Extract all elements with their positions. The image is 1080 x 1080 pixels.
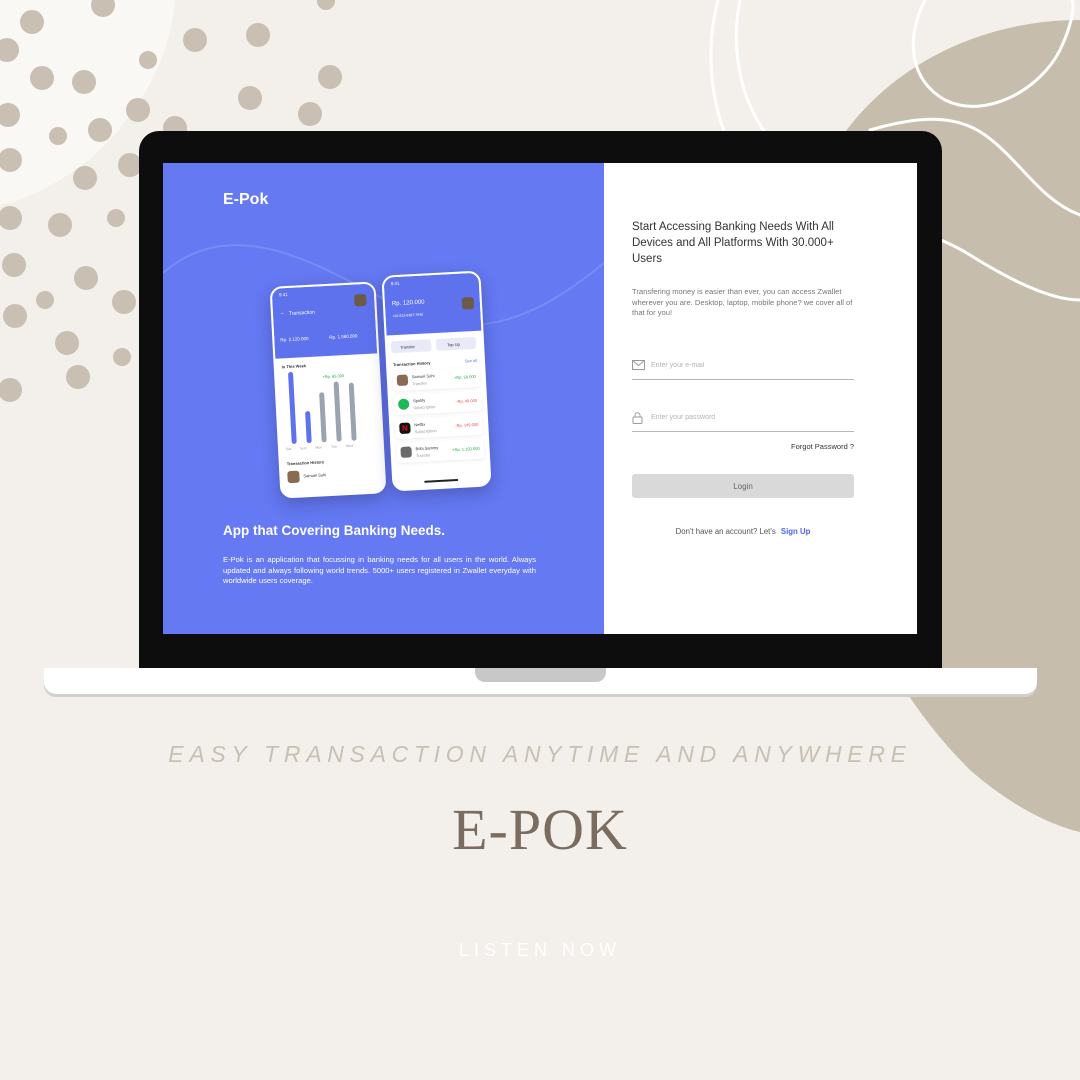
back-arrow-icon: ← xyxy=(279,310,286,317)
signup-prompt: Don't have an account? Let's xyxy=(675,527,776,536)
signup-link[interactable]: Sign Up xyxy=(781,527,810,536)
chart-bar xyxy=(319,392,327,443)
chart-bar xyxy=(348,382,357,441)
list-item: N Netflix Subscription -Rp. 149.000 xyxy=(394,414,483,440)
netflix-icon: N xyxy=(399,422,411,434)
chart-tag: +Rp. 65.000 xyxy=(322,373,345,380)
login-heading: Start Accessing Banking Needs With All D… xyxy=(632,221,834,265)
listen-now-button[interactable]: LISTEN NOW xyxy=(0,940,1080,961)
week-label: In This Week xyxy=(281,363,307,370)
signup-row: Don't have an account? Let's Sign Up xyxy=(632,527,854,536)
lock-icon xyxy=(632,412,643,424)
phone-b-time: 9:41 xyxy=(390,280,400,287)
list-item-name: Samuel Suhi xyxy=(411,373,435,380)
poster-caption: EASY TRANSACTION ANYTIME AND ANYWHERE xyxy=(168,741,912,767)
avatar xyxy=(354,293,367,307)
chart-bar xyxy=(333,381,342,442)
login-button[interactable]: Login xyxy=(632,474,854,498)
poster-brand-title: E-POK xyxy=(452,797,628,862)
list-item-name: Spotify xyxy=(412,397,426,404)
phone-mockup-dashboard: 9:41 Rp. 120.000 +62 813-9387-7946 Trans… xyxy=(381,270,492,492)
list-item: Samuel Suhi Transfer +Rp. 50.000 xyxy=(392,366,481,392)
phone-number: +62 813-9387-7946 xyxy=(392,312,424,319)
chart-days: Sat Sun Mon Tue Wed xyxy=(285,443,354,452)
phone-mockup-transaction: 9:41 ← Transaction Rp. 2.120.000 Rp. 1.5… xyxy=(269,281,387,499)
forgot-password-link[interactable]: Forgot Password ? xyxy=(754,442,854,451)
avatar xyxy=(287,470,300,484)
expense-value: Rp. 1.560.000 xyxy=(329,333,358,340)
chart-bar xyxy=(305,410,312,444)
phone-a-header: 9:41 ← Transaction Rp. 2.120.000 Rp. 1.5… xyxy=(271,283,378,359)
transfer-label: Transfer xyxy=(400,344,416,350)
email-field xyxy=(632,357,854,380)
phone-a-time: 9:41 xyxy=(278,291,288,298)
avatar xyxy=(461,296,475,310)
list-item-type: Subscription xyxy=(413,404,436,411)
laptop-trackpad-notch xyxy=(475,668,606,682)
list-item-name: Netflix xyxy=(414,421,426,428)
income-value: Rp. 2.120.000 xyxy=(280,335,309,343)
list-item: Spotify Subscription -Rp. 49.000 xyxy=(393,390,482,416)
list-item-amount: +Rp. 50.000 xyxy=(453,373,476,381)
phone-a-title: Transaction xyxy=(288,309,316,317)
list-item: Bobi Sammy Transfer +Rp. 1.150.000 xyxy=(396,438,485,464)
list-item-type: Transfer xyxy=(411,380,427,387)
balance-value: Rp. 120.000 xyxy=(391,299,425,308)
login-intro: Transfering money is easier than ever, y… xyxy=(632,287,853,317)
phone-b-history-label: Transaction History xyxy=(392,360,431,368)
contact-name: Samuel Suhi xyxy=(303,472,327,479)
avatar-photo-icon xyxy=(396,374,409,387)
home-indicator xyxy=(424,479,459,483)
password-field xyxy=(632,409,854,432)
see-all-link: See all xyxy=(464,357,478,364)
spotify-icon xyxy=(397,398,410,411)
laptop-screen: E-Pok 9:41 ← Transaction Rp. 2.120.000 R… xyxy=(163,163,917,634)
list-item-amount: +Rp. 1.150.000 xyxy=(452,445,480,453)
app-logo: E-Pok xyxy=(223,191,269,208)
list-item-amount: -Rp. 49.000 xyxy=(456,397,478,404)
topup-label: Top Up xyxy=(446,341,460,348)
phone-b-header: 9:41 Rp. 120.000 +62 813-9387-7946 xyxy=(383,272,482,336)
avatar-photo-icon xyxy=(400,446,412,458)
password-input[interactable] xyxy=(651,410,841,424)
list-item-type: Transfer xyxy=(415,452,431,459)
chart-bar xyxy=(288,371,297,444)
list-item-amount: -Rp. 149.000 xyxy=(455,421,479,429)
email-input[interactable] xyxy=(651,358,841,372)
list-item-type: Subscription xyxy=(414,428,437,435)
promo-panel: E-Pok 9:41 ← Transaction Rp. 2.120.000 R… xyxy=(163,163,604,634)
app-tagline: App that Covering Banking Needs. xyxy=(223,523,446,538)
phone-a-history-label: Transaction History xyxy=(286,459,325,467)
mail-icon xyxy=(632,360,645,370)
app-description: E-Pok is an application that focussing i… xyxy=(223,555,536,585)
list-item-name: Bobi Sammy xyxy=(415,445,439,452)
